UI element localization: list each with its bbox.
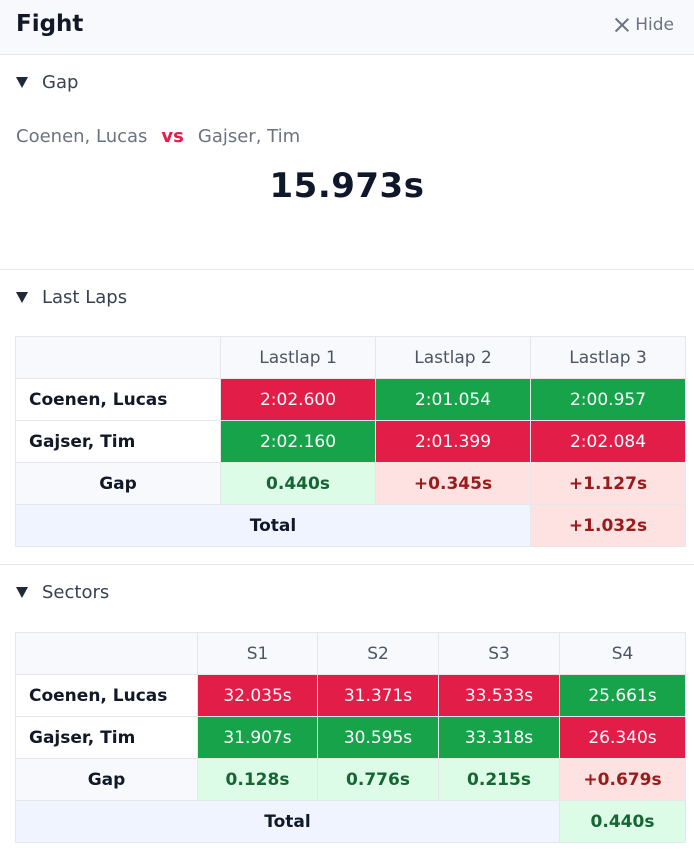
gap-cell: 0.215s bbox=[438, 758, 560, 801]
gap-cell: +0.679s bbox=[559, 758, 686, 801]
fight-drivers: Coenen, Lucas vs Gajser, Tim bbox=[16, 126, 300, 147]
gap-cell: 0.440s bbox=[220, 462, 376, 505]
gap-row-label: Gap bbox=[15, 462, 221, 505]
gap-value: 15.973s bbox=[269, 166, 425, 206]
total-row: Total 0.440s bbox=[15, 800, 686, 843]
collapse-triangle-icon bbox=[16, 77, 28, 88]
sectors-table: S1 S2 S3 S4 Coenen, Lucas 32.035s 31.371… bbox=[15, 632, 686, 843]
sector-time-cell: 31.907s bbox=[197, 716, 318, 759]
table-row: Gajser, Tim 31.907s 30.595s 33.318s 26.3… bbox=[15, 716, 686, 759]
sector-time-cell: 26.340s bbox=[559, 716, 686, 759]
table-header-row: S1 S2 S3 S4 bbox=[15, 632, 686, 675]
hide-button[interactable]: Hide bbox=[615, 15, 674, 35]
gap-row-label: Gap bbox=[15, 758, 198, 801]
vs-label: vs bbox=[161, 126, 184, 147]
sector-time-cell: 31.371s bbox=[317, 674, 439, 717]
column-header: Lastlap 3 bbox=[530, 336, 686, 379]
driver-name: Coenen, Lucas bbox=[15, 378, 221, 421]
lap-time-cell: 2:00.957 bbox=[530, 378, 686, 421]
total-value: +1.032s bbox=[530, 504, 686, 547]
table-row: Coenen, Lucas 2:02.600 2:01.054 2:00.957 bbox=[15, 378, 686, 421]
sector-time-cell: 30.595s bbox=[317, 716, 439, 759]
lap-time-cell: 2:01.399 bbox=[375, 420, 531, 463]
last-laps-section-toggle[interactable]: Last Laps bbox=[16, 287, 127, 308]
column-header: S1 bbox=[197, 632, 318, 675]
driver-name: Gajser, Tim bbox=[15, 716, 198, 759]
sector-time-cell: 32.035s bbox=[197, 674, 318, 717]
driver-name: Gajser, Tim bbox=[15, 420, 221, 463]
sectors-section-label: Sectors bbox=[42, 582, 110, 603]
hide-label: Hide bbox=[635, 15, 674, 35]
lap-time-cell: 2:01.054 bbox=[375, 378, 531, 421]
gap-cell: +0.345s bbox=[375, 462, 531, 505]
sectors-section-toggle[interactable]: Sectors bbox=[16, 582, 109, 603]
column-header: Lastlap 2 bbox=[375, 336, 531, 379]
gap-cell: +1.127s bbox=[530, 462, 686, 505]
column-header: Lastlap 1 bbox=[220, 336, 376, 379]
gap-row: Gap 0.128s 0.776s 0.215s +0.679s bbox=[15, 758, 686, 801]
column-header: S3 bbox=[438, 632, 560, 675]
column-header: S2 bbox=[317, 632, 439, 675]
sector-time-cell: 33.533s bbox=[438, 674, 560, 717]
panel-title: Fight bbox=[16, 11, 84, 37]
total-row: Total +1.032s bbox=[15, 504, 686, 547]
gap-cell: 0.128s bbox=[197, 758, 318, 801]
section-divider bbox=[0, 269, 694, 270]
driver-b-name: Gajser, Tim bbox=[197, 126, 301, 147]
total-value: 0.440s bbox=[559, 800, 686, 843]
total-label: Total bbox=[15, 504, 531, 547]
gap-section-label: Gap bbox=[42, 72, 79, 93]
driver-name: Coenen, Lucas bbox=[15, 674, 198, 717]
close-icon bbox=[615, 18, 629, 32]
driver-a-name: Coenen, Lucas bbox=[16, 126, 148, 147]
total-label: Total bbox=[15, 800, 560, 843]
sector-time-cell: 25.661s bbox=[559, 674, 686, 717]
section-divider bbox=[0, 564, 694, 565]
table-header-row: Lastlap 1 Lastlap 2 Lastlap 3 bbox=[15, 336, 686, 379]
gap-cell: 0.776s bbox=[317, 758, 439, 801]
collapse-triangle-icon bbox=[16, 587, 28, 598]
collapse-triangle-icon bbox=[16, 292, 28, 303]
lap-time-cell: 2:02.160 bbox=[220, 420, 376, 463]
lap-time-cell: 2:02.084 bbox=[530, 420, 686, 463]
gap-row: Gap 0.440s +0.345s +1.127s bbox=[15, 462, 686, 505]
lap-time-cell: 2:02.600 bbox=[220, 378, 376, 421]
last-laps-table: Lastlap 1 Lastlap 2 Lastlap 3 Coenen, Lu… bbox=[15, 336, 686, 547]
sector-time-cell: 33.318s bbox=[438, 716, 560, 759]
gap-section-toggle[interactable]: Gap bbox=[16, 72, 78, 93]
header-blank-cell bbox=[15, 632, 198, 675]
header-blank-cell bbox=[15, 336, 221, 379]
column-header: S4 bbox=[559, 632, 686, 675]
table-row: Gajser, Tim 2:02.160 2:01.399 2:02.084 bbox=[15, 420, 686, 463]
panel-header: Fight Hide bbox=[0, 0, 694, 55]
table-row: Coenen, Lucas 32.035s 31.371s 33.533s 25… bbox=[15, 674, 686, 717]
last-laps-section-label: Last Laps bbox=[42, 287, 128, 308]
